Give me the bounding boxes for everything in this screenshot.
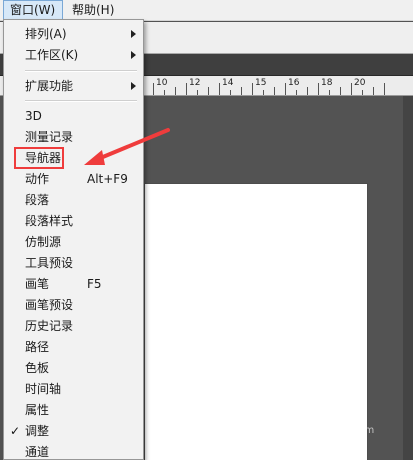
menu-item-label: 调整	[25, 424, 50, 438]
ruler-minor-tick	[296, 90, 297, 95]
menu-item-timeline[interactable]: 时间轴	[4, 379, 143, 400]
menu-item-label: 时间轴	[25, 382, 62, 396]
ruler-label: 20	[354, 78, 366, 88]
menu-item-label: 段落样式	[25, 214, 74, 228]
menu-item-label: 导航器	[25, 151, 62, 165]
ruler-minor-tick	[197, 90, 198, 95]
menu-item-label: 属性	[25, 403, 50, 417]
menu-item-label: 画笔预设	[25, 298, 74, 312]
checkmark-icon: ✓	[10, 424, 21, 438]
menu-item-extensions[interactable]: 扩展功能	[4, 76, 143, 97]
chevron-right-icon	[131, 51, 136, 59]
ruler-major-tick	[351, 83, 352, 95]
ruler-label: 18	[321, 78, 333, 88]
ruler-minor-tick	[241, 87, 242, 95]
ruler-major-tick	[252, 83, 253, 95]
menu-item-brush-presets[interactable]: 画笔预设	[4, 295, 143, 316]
menu-window[interactable]: 窗口(W)	[3, 0, 63, 21]
menu-item-paragraph-styles[interactable]: 段落样式	[4, 211, 143, 232]
menu-item-label: 工作区(K)	[25, 48, 79, 62]
menu-item-history[interactable]: 历史记录	[4, 316, 143, 337]
menu-item-navigator[interactable]: 导航器	[4, 148, 143, 169]
ruler-minor-tick	[329, 90, 330, 95]
menu-separator	[25, 70, 137, 72]
chevron-right-icon	[131, 30, 136, 38]
chevron-right-icon	[131, 82, 136, 90]
ruler-minor-tick	[340, 87, 341, 95]
menu-item-label: 历史记录	[25, 319, 74, 333]
ruler-major-tick	[219, 83, 220, 95]
menu-item-workspace[interactable]: 工作区(K)	[4, 45, 143, 66]
ruler-minor-tick	[208, 87, 209, 95]
menu-item-label: 画笔	[25, 277, 50, 291]
document-canvas[interactable]	[145, 184, 367, 460]
menu-item-label: 扩展功能	[25, 79, 74, 93]
shortcut-label: Alt+F9	[87, 172, 128, 186]
menu-item-channels[interactable]: 通道	[4, 442, 143, 460]
ruler-label: 12	[189, 78, 201, 88]
menu-item-adjustments[interactable]: ✓ 调整	[4, 421, 143, 442]
menu-item-measurement-log[interactable]: 测量记录	[4, 127, 143, 148]
ruler-major-tick	[186, 83, 187, 95]
app-window: 窗口(W) 帮助(H) 10 12 14 15 16 18 20 排列(A) 工…	[0, 0, 413, 460]
window-menu-dropdown: 排列(A) 工作区(K) 扩展功能 3D 测量记录 导航器 动作 Alt+F9 …	[3, 19, 144, 460]
menu-separator	[25, 100, 137, 102]
menu-item-label: 排列(A)	[25, 27, 67, 41]
ruler-minor-tick	[362, 90, 363, 95]
menu-item-label: 动作	[25, 172, 50, 186]
ruler-minor-tick	[307, 87, 308, 95]
menu-item-swatches[interactable]: 色板	[4, 358, 143, 379]
menu-item-label: 路径	[25, 340, 50, 354]
menu-item-brush[interactable]: 画笔 F5	[4, 274, 143, 295]
ruler-major-tick	[384, 83, 385, 95]
ruler-label: 15	[255, 78, 267, 88]
ruler-major-tick	[153, 83, 154, 95]
menu-item-label: 工具预设	[25, 256, 74, 270]
menu-item-clone-source[interactable]: 仿制源	[4, 232, 143, 253]
ruler-minor-tick	[263, 90, 264, 95]
ruler-minor-tick	[373, 87, 374, 95]
ruler-minor-tick	[175, 87, 176, 95]
ruler-minor-tick	[230, 90, 231, 95]
ruler-minor-tick	[164, 90, 165, 95]
menu-item-label: 仿制源	[25, 235, 62, 249]
menu-help[interactable]: 帮助(H)	[66, 0, 118, 21]
ruler-major-tick	[318, 83, 319, 95]
menu-item-label: 色板	[25, 361, 50, 375]
menu-item-label: 测量记录	[25, 130, 74, 144]
menu-item-paths[interactable]: 路径	[4, 337, 143, 358]
menu-item-paragraph[interactable]: 段落	[4, 190, 143, 211]
menu-item-tool-presets[interactable]: 工具预设	[4, 253, 143, 274]
menu-item-actions[interactable]: 动作 Alt+F9	[4, 169, 143, 190]
shortcut-label: F5	[87, 277, 102, 291]
menu-item-label: 段落	[25, 193, 50, 207]
ruler-minor-tick	[274, 87, 275, 95]
ruler-label: 14	[222, 78, 234, 88]
menu-item-3d[interactable]: 3D	[4, 106, 143, 127]
ruler-major-tick	[285, 83, 286, 95]
ruler-label: 16	[288, 78, 300, 88]
menu-item-label: 通道	[25, 445, 50, 459]
menu-item-label: 3D	[25, 109, 42, 123]
ruler-label: 10	[156, 78, 168, 88]
menu-item-properties[interactable]: 属性	[4, 400, 143, 421]
vertical-scrollbar[interactable]	[403, 96, 413, 460]
menu-item-arrange[interactable]: 排列(A)	[4, 24, 143, 45]
menu-bar: 窗口(W) 帮助(H)	[0, 0, 413, 21]
